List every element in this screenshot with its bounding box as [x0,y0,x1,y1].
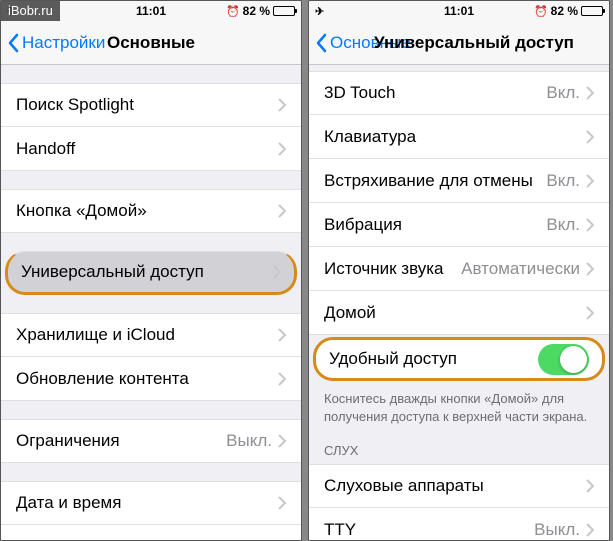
row-home-button[interactable]: Кнопка «Домой» [1,189,301,233]
row-tty[interactable]: TTY Выкл. [309,508,609,540]
cell-label: Кнопка «Домой» [16,201,278,221]
back-label: Основные [330,33,411,53]
cell-label: Клавиатура [16,537,278,541]
row-spotlight[interactable]: Поиск Spotlight [1,83,301,127]
chevron-right-icon [586,479,594,493]
content[interactable]: 3D Touch Вкл. Клавиатура Встряхивание дл… [309,65,609,540]
cell-label: Удобный доступ [329,349,538,369]
nav-bar: Основные Универсальный доступ [309,21,609,65]
cell-label: Клавиатура [324,127,586,147]
row-reachability[interactable]: Удобный доступ [313,337,605,381]
cell-label: Встряхивание для отмены [324,171,546,191]
row-accessibility[interactable]: Универсальный доступ [5,251,297,295]
alarm-icon: ⏰ [226,5,240,18]
cell-label: Обновление контента [16,369,278,389]
row-3dtouch[interactable]: 3D Touch Вкл. [309,71,609,115]
row-hearing-aids[interactable]: Слуховые аппараты [309,464,609,508]
cell-value: Выкл. [534,520,580,540]
row-home[interactable]: Домой [309,291,609,335]
row-audio-source[interactable]: Источник звука Автоматически [309,247,609,291]
row-datetime[interactable]: Дата и время [1,481,301,525]
cell-label: Дата и время [16,493,278,513]
chevron-right-icon [586,262,594,276]
cell-value: Вкл. [546,83,580,103]
airplane-icon: ✈ [315,5,324,18]
battery-icon [581,6,603,16]
battery-percent: 82 % [243,4,270,18]
chevron-right-icon [278,540,286,541]
chevron-right-icon [273,265,281,279]
chevron-left-icon [7,33,19,53]
row-shake[interactable]: Встряхивание для отмены Вкл. [309,159,609,203]
cell-label: TTY [324,520,534,540]
cell-label: 3D Touch [324,83,546,103]
chevron-right-icon [586,218,594,232]
cell-label: Хранилище и iCloud [16,325,278,345]
row-vibration[interactable]: Вибрация Вкл. [309,203,609,247]
chevron-right-icon [586,130,594,144]
cell-label: Поиск Spotlight [16,95,278,115]
cell-value: Вкл. [546,171,580,191]
cell-label: Универсальный доступ [21,262,273,282]
alarm-icon: ⏰ [534,5,548,18]
phone-right: ✈ 11:01 ⏰ 82 % Основные Универсальный до… [308,0,610,541]
chevron-right-icon [586,306,594,320]
cell-value: Вкл. [546,215,580,235]
status-bar: ✈ 11:01 ⏰ 82 % [309,1,609,21]
phone-left: iBobr.ru ✈ 11:01 ⏰ 82 % Настройки Основн… [0,0,302,541]
chevron-right-icon [586,523,594,537]
reachability-footer: Коснитесь дважды кнопки «Домой» для полу… [309,383,609,429]
cell-label: Слуховые аппараты [324,476,586,496]
cell-label: Handoff [16,139,278,159]
row-handoff[interactable]: Handoff [1,127,301,171]
section-hearing: слух [309,429,609,464]
watermark: iBobr.ru [1,1,60,21]
reachability-toggle[interactable] [538,344,589,375]
status-time: 11:01 [87,4,215,18]
cell-label: Источник звука [324,259,461,279]
content[interactable]: Поиск Spotlight Handoff Кнопка «Домой» У… [1,65,301,540]
chevron-right-icon [586,86,594,100]
cell-value: Автоматически [461,259,580,279]
cell-label: Вибрация [324,215,546,235]
chevron-right-icon [278,98,286,112]
chevron-right-icon [586,174,594,188]
chevron-right-icon [278,434,286,448]
row-restrictions[interactable]: Ограничения Выкл. [1,419,301,463]
back-button[interactable]: Основные [315,33,411,53]
battery-percent: 82 % [551,4,578,18]
battery-icon [273,6,295,16]
chevron-right-icon [278,142,286,156]
cell-label: Ограничения [16,431,226,451]
row-keyboard[interactable]: Клавиатура [309,115,609,159]
status-time: 11:01 [395,4,523,18]
cell-value: Выкл. [226,431,272,451]
chevron-right-icon [278,496,286,510]
row-keyboard[interactable]: Клавиатура [1,525,301,540]
chevron-left-icon [315,33,327,53]
back-button[interactable]: Настройки [7,33,105,53]
chevron-right-icon [278,372,286,386]
chevron-right-icon [278,204,286,218]
row-refresh[interactable]: Обновление контента [1,357,301,401]
chevron-right-icon [278,328,286,342]
back-label: Настройки [22,33,105,53]
row-storage[interactable]: Хранилище и iCloud [1,313,301,357]
nav-bar: Настройки Основные [1,21,301,65]
cell-label: Домой [324,303,586,323]
